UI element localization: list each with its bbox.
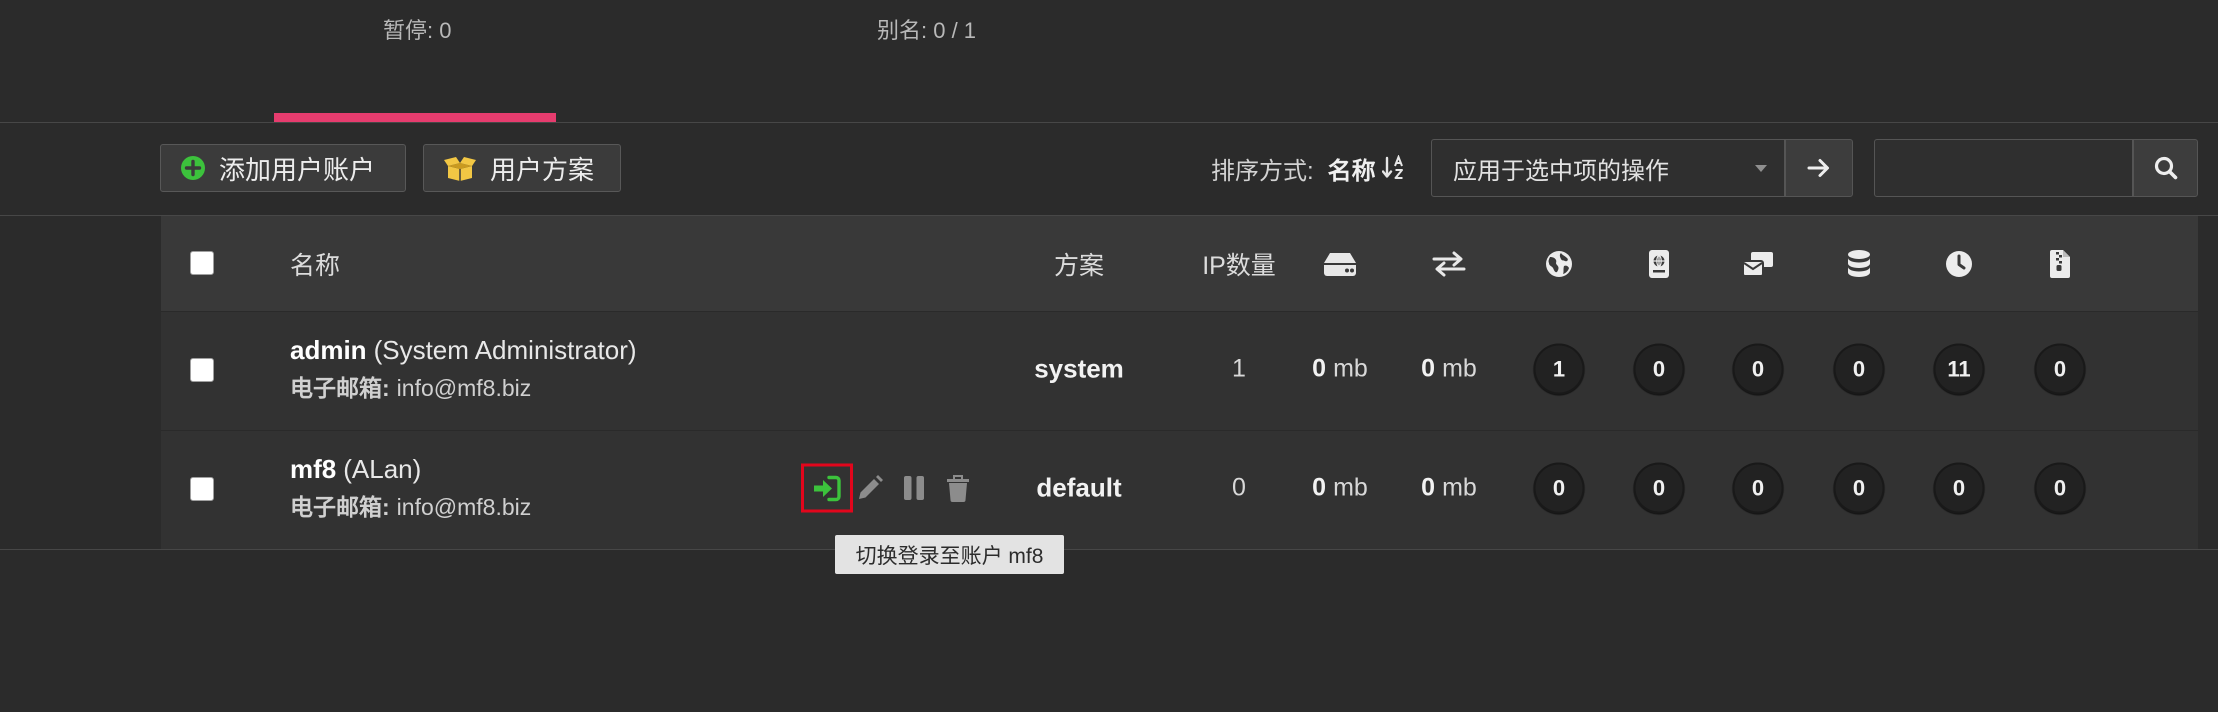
file-archive-icon <box>2049 249 2071 279</box>
divider <box>0 122 2218 123</box>
globe-icon <box>1545 250 1573 278</box>
backup-count-badge: 0 <box>2034 462 2086 514</box>
user-plans-label: 用户方案 <box>490 154 595 185</box>
search-icon <box>2153 155 2179 181</box>
plus-circle-icon <box>180 155 206 181</box>
database-count-badge: 0 <box>1833 462 1885 514</box>
bandwidth-usage: 0 mb <box>1421 355 1477 384</box>
bandwidth-usage-value: 0 <box>1421 354 1436 383</box>
email-label: 电子邮箱: <box>290 494 390 520</box>
cron-count-badge: 11 <box>1933 343 1985 395</box>
ip-count: 0 <box>1232 473 1246 502</box>
bandwidth-usage-value: 0 <box>1421 473 1436 502</box>
column-header-plan: 方案 <box>1053 251 1105 280</box>
row-checkbox[interactable] <box>190 477 214 501</box>
domains-count-badge: 1 <box>1533 343 1585 395</box>
database-count-badge: 0 <box>1833 343 1885 395</box>
user-display-name: (System Administrator) <box>373 335 637 365</box>
mail-bulk-icon <box>1741 250 1775 278</box>
sort-alpha-down-icon[interactable] <box>1381 155 1406 181</box>
divider <box>0 549 2218 550</box>
apply-action-button[interactable] <box>1785 139 1853 197</box>
user-plan[interactable]: default <box>1036 473 1121 504</box>
bandwidth-usage: 0 mb <box>1421 474 1477 503</box>
table-row: mf8 (ALan) 电子邮箱: info@mf8.biz default 0 0m… <box>161 430 2198 549</box>
user-name-cell: admin (System Administrator) 电子邮箱: info@mf… <box>290 333 637 405</box>
cron-count-badge: 0 <box>1933 462 1985 514</box>
user-display-name: (ALan) <box>343 454 422 484</box>
sort-field[interactable]: 名称 <box>1328 151 1376 186</box>
users-table: 名称 方案 IP数量 admin (System Administrator) … <box>161 216 2198 549</box>
pencil-icon[interactable] <box>856 474 884 502</box>
domains-count-badge: 0 <box>1533 462 1585 514</box>
search-button[interactable] <box>2133 139 2198 197</box>
user-email: info@mf8.biz <box>396 375 532 401</box>
user-name-cell: mf8 (ALan) 电子邮箱: info@mf8.biz <box>290 452 531 524</box>
column-header-ip-count: IP数量 <box>1202 251 1276 280</box>
bandwidth-usage-unit: mb <box>1442 473 1477 502</box>
caret-down-icon <box>1755 165 1767 172</box>
sort-control: 排序方式: 名称 <box>1211 150 1406 186</box>
user-email: info@mf8.biz <box>396 494 532 520</box>
disk-usage-value: 0 <box>1312 354 1327 383</box>
username-link[interactable]: admin <box>290 335 367 365</box>
tooltip: 切换登录至账户 mf8 <box>835 535 1064 574</box>
username-link[interactable]: mf8 <box>290 454 336 484</box>
summary-paused: 暂停: 0 <box>383 18 452 43</box>
search-input[interactable] <box>1874 139 2133 197</box>
active-tab-indicator <box>274 113 556 122</box>
accounts-count-badge: 0 <box>1633 462 1685 514</box>
pause-icon[interactable] <box>903 475 925 501</box>
row-checkbox[interactable] <box>190 358 214 382</box>
arrow-right-icon <box>1806 156 1832 180</box>
clock-icon <box>1945 250 1973 278</box>
ip-count: 1 <box>1232 354 1246 383</box>
passport-icon <box>1647 249 1671 279</box>
email-count-badge: 0 <box>1732 462 1784 514</box>
user-plan[interactable]: system <box>1034 354 1124 385</box>
bulk-action-selected: 应用于选中项的操作 <box>1453 157 1669 185</box>
database-icon <box>1846 249 1872 279</box>
email-label: 电子邮箱: <box>290 375 390 401</box>
sort-label: 排序方式: <box>1211 157 1314 185</box>
disk-usage: 0 mb <box>1312 355 1368 384</box>
hard-drive-icon <box>1322 251 1358 277</box>
column-header-name: 名称 <box>290 251 341 280</box>
add-user-label: 添加用户账户 <box>219 154 376 185</box>
login-as-user-button[interactable] <box>801 463 853 513</box>
user-plans-button[interactable]: 用户方案 <box>423 144 621 192</box>
bulk-action-select[interactable]: 应用于选中项的操作 <box>1431 139 1785 197</box>
accounts-count-badge: 0 <box>1633 343 1685 395</box>
add-user-button[interactable]: 添加用户账户 <box>160 144 406 192</box>
backup-count-badge: 0 <box>2034 343 2086 395</box>
disk-usage: 0 mb <box>1312 474 1368 503</box>
sign-in-icon <box>812 474 842 502</box>
bandwidth-usage-unit: mb <box>1442 354 1477 383</box>
table-header: 名称 方案 IP数量 <box>161 216 2198 311</box>
disk-usage-unit: mb <box>1333 354 1368 383</box>
trash-icon[interactable] <box>946 474 970 502</box>
exchange-icon <box>1432 251 1466 277</box>
select-all-checkbox[interactable] <box>190 250 214 275</box>
disk-usage-value: 0 <box>1312 473 1327 502</box>
summary-aliases: 别名: 0 / 1 <box>877 18 977 43</box>
email-count-badge: 0 <box>1732 343 1784 395</box>
box-open-icon <box>443 154 477 182</box>
disk-usage-unit: mb <box>1333 473 1368 502</box>
table-row: admin (System Administrator) 电子邮箱: info@mf… <box>161 311 2198 430</box>
